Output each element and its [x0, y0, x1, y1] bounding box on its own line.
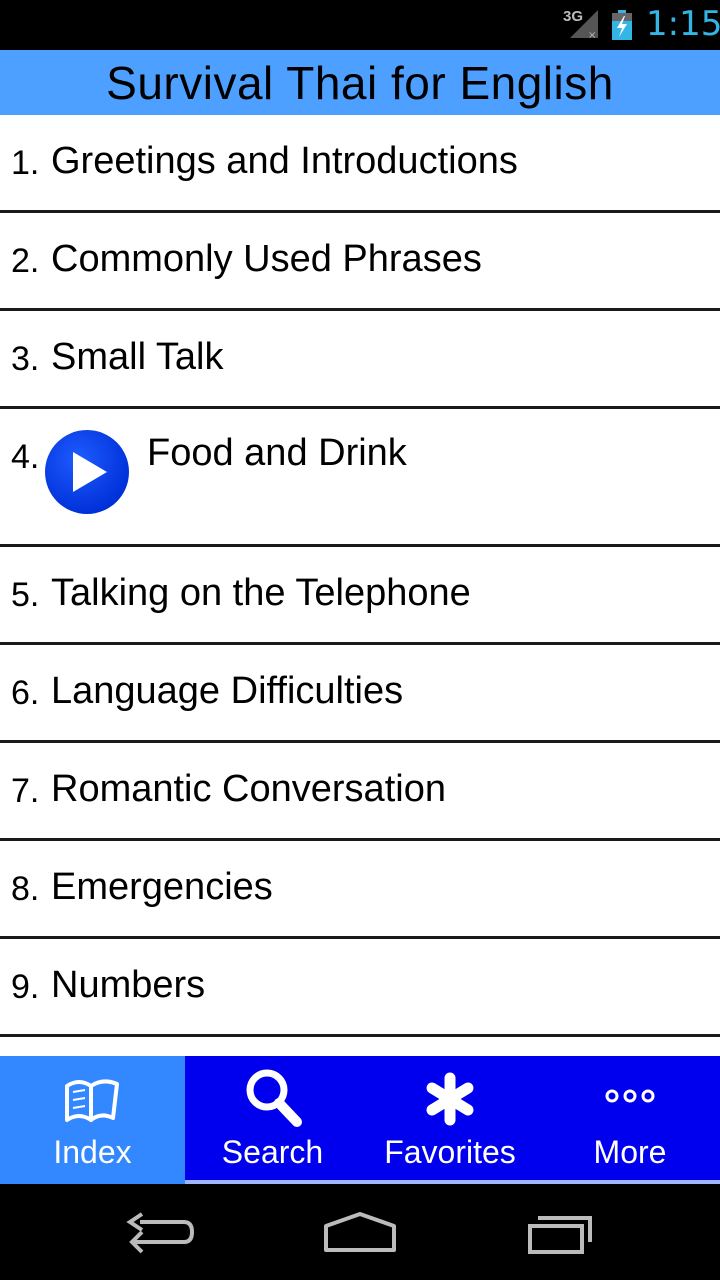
status-bar: × 3G 1:15: [0, 0, 720, 50]
list-item[interactable]: 9. Numbers: [0, 939, 720, 1037]
item-label: Talking on the Telephone: [51, 572, 471, 614]
list-item[interactable]: 2. Commonly Used Phrases: [0, 213, 720, 311]
item-number: 2.: [11, 242, 40, 280]
list-item[interactable]: 4. Food and Drink: [0, 409, 720, 547]
tab-label: Search: [221, 1134, 324, 1170]
item-number: 5.: [11, 576, 40, 614]
list-item[interactable]: 5. Talking on the Telephone: [0, 547, 720, 645]
book-icon: [64, 1079, 119, 1122]
tab-label: Favorites: [384, 1134, 516, 1170]
item-label: Language Difficulties: [51, 670, 404, 712]
list-item[interactable]: 1. Greetings and Introductions: [0, 115, 720, 213]
app-title-bar: Survival Thai for English: [0, 50, 720, 115]
tab-label: More: [593, 1134, 667, 1170]
item-number: 6.: [11, 674, 40, 712]
recent-apps-icon[interactable]: [520, 1204, 600, 1260]
list-item[interactable]: 6. Language Difficulties: [0, 645, 720, 743]
item-number: 1.: [11, 144, 40, 182]
item-label: Greetings and Introductions: [51, 140, 518, 182]
item-label: Numbers: [51, 964, 206, 1006]
list-item[interactable]: 8. Emergencies: [0, 841, 720, 939]
item-label: Commonly Used Phrases: [51, 238, 482, 280]
home-icon[interactable]: [320, 1204, 400, 1260]
item-label: Emergencies: [51, 866, 273, 908]
play-icon[interactable]: [44, 429, 130, 515]
item-number: 3.: [11, 340, 40, 378]
svg-text:×: ×: [588, 30, 596, 40]
back-icon[interactable]: [120, 1204, 200, 1260]
list-item[interactable]: 3. Small Talk: [0, 311, 720, 409]
tab-favorites[interactable]: Favorites: [360, 1056, 540, 1184]
item-label: Small Talk: [51, 336, 224, 378]
item-number: 9.: [11, 968, 40, 1006]
item-label: Romantic Conversation: [51, 768, 446, 810]
tab-label: Index: [53, 1134, 132, 1170]
clock: 1:15: [646, 4, 720, 44]
bottom-tab-bar: Index Search Favorites More: [0, 1056, 720, 1184]
tab-search[interactable]: Search: [185, 1056, 360, 1184]
network-label: 3G: [563, 8, 584, 25]
page-title: Survival Thai for English: [106, 56, 614, 109]
more-icon: [605, 1089, 655, 1103]
battery-charging-icon: [612, 10, 632, 40]
asterisk-icon: [426, 1072, 474, 1126]
list-item[interactable]: 7. Romantic Conversation: [0, 743, 720, 841]
lesson-list: 1. Greetings and Introductions 2. Common…: [0, 115, 720, 1037]
item-number: 7.: [11, 772, 40, 810]
tab-index[interactable]: Index: [0, 1056, 185, 1184]
item-label: Food and Drink: [147, 432, 407, 474]
tab-more[interactable]: More: [540, 1056, 720, 1184]
item-number: 8.: [11, 870, 40, 908]
system-nav-bar: [0, 1184, 720, 1280]
search-icon: [246, 1069, 302, 1127]
item-number: 4.: [11, 438, 40, 476]
